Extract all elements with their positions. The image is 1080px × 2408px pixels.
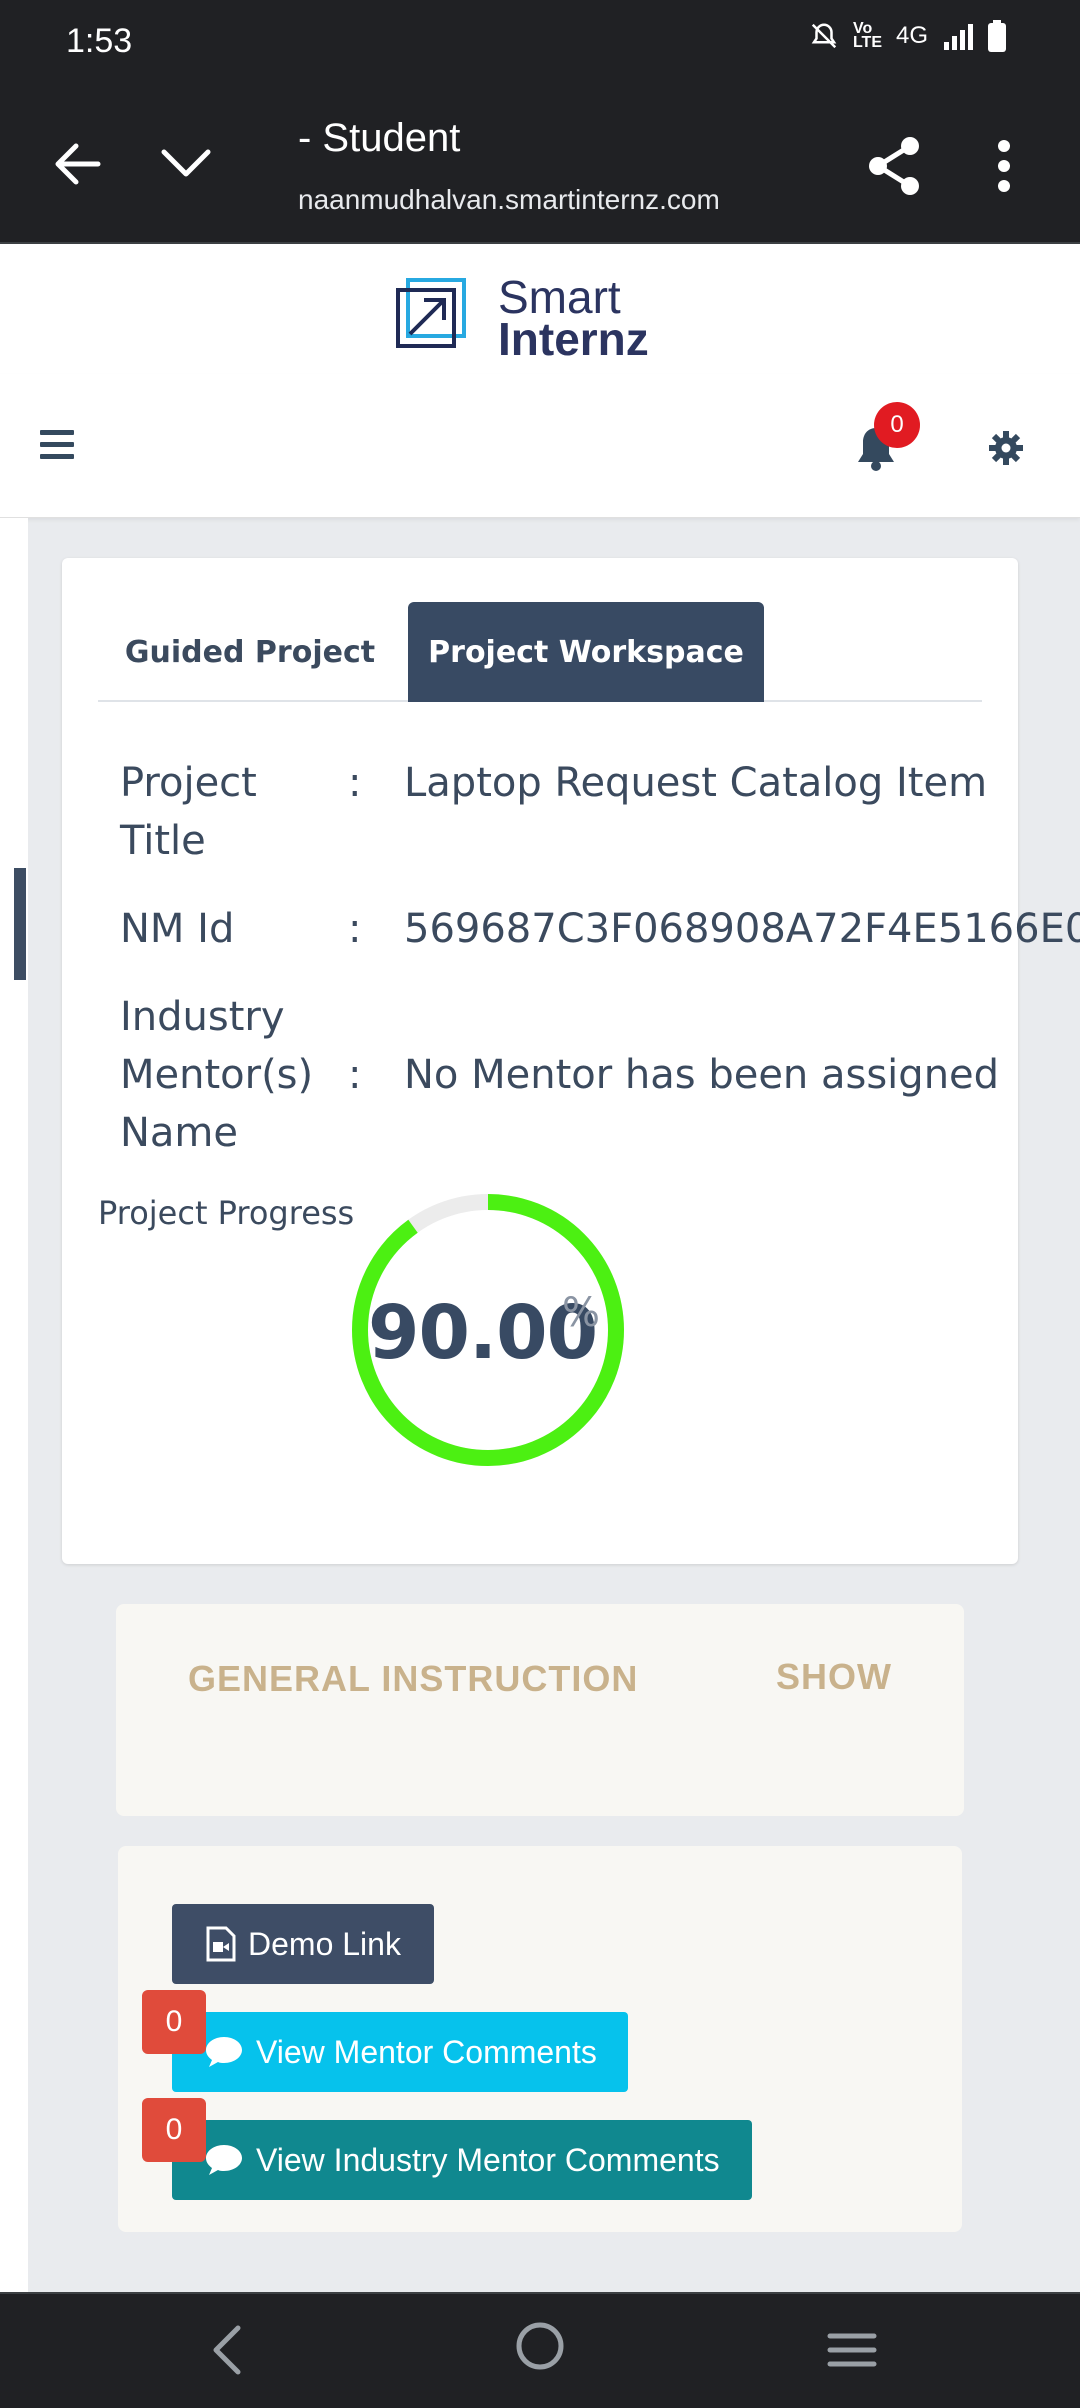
mentor-comments-count-badge: 0 bbox=[142, 1990, 206, 2054]
progress-unit: % bbox=[562, 1290, 601, 1336]
status-time: 1:53 bbox=[66, 22, 133, 60]
tab-guided-project[interactable]: Guided Project bbox=[98, 602, 402, 702]
logo-mark-icon bbox=[396, 278, 466, 348]
share-icon[interactable] bbox=[862, 134, 926, 198]
demo-link-label: Demo Link bbox=[248, 1925, 401, 1962]
system-nav-bar bbox=[0, 2292, 1080, 2408]
mentor-label-line3: Name bbox=[120, 1110, 239, 1156]
mentor-value: No Mentor has been assigned bbox=[404, 1052, 1000, 1098]
mentor-label-line2: Mentor(s) bbox=[120, 1052, 314, 1098]
notification-count-badge: 0 bbox=[874, 402, 920, 448]
project-title-row: Project Title : Laptop Request Catalog I… bbox=[120, 754, 1020, 874]
system-back-icon[interactable] bbox=[208, 2324, 248, 2380]
project-title-value: Laptop Request Catalog Item bbox=[404, 760, 988, 806]
video-file-icon bbox=[206, 1926, 236, 1962]
tab-project-workspace[interactable]: Project Workspace bbox=[408, 602, 764, 702]
page-title: - Student bbox=[298, 116, 461, 160]
mute-icon bbox=[809, 21, 839, 51]
comment-icon bbox=[206, 2145, 242, 2175]
sidebar-handle[interactable] bbox=[14, 868, 26, 980]
show-instruction-toggle[interactable]: SHOW bbox=[776, 1656, 892, 1698]
project-card: Guided Project Project Workspace Project… bbox=[62, 558, 1080, 1564]
project-title-label-line2: Title bbox=[120, 818, 206, 864]
back-arrow-icon[interactable] bbox=[48, 134, 108, 194]
system-home-icon[interactable] bbox=[514, 2320, 566, 2376]
signal-icon bbox=[942, 22, 974, 50]
comment-icon bbox=[206, 2037, 242, 2067]
mentor-label: Industry Mentor(s) Name bbox=[120, 988, 340, 1162]
separator: : bbox=[348, 760, 362, 806]
network-type: 4G bbox=[895, 22, 928, 49]
view-industry-mentor-comments-label: View Industry Mentor Comments bbox=[256, 2141, 720, 2178]
chevron-down-icon[interactable] bbox=[156, 134, 216, 194]
battery-icon bbox=[988, 20, 1006, 52]
left-rail bbox=[0, 518, 28, 2292]
site-logo[interactable]: Smart Internz bbox=[394, 274, 694, 362]
progress-label: Project Progress bbox=[98, 1194, 355, 1232]
actions-panel: Demo Link View Mentor Comments View Indu… bbox=[118, 1846, 962, 2232]
menu-icon[interactable] bbox=[40, 430, 74, 460]
view-industry-mentor-comments-button[interactable]: View Industry Mentor Comments bbox=[172, 2120, 752, 2200]
general-instruction-title: GENERAL INSTRUCTION bbox=[188, 1658, 639, 1699]
view-mentor-comments-label: View Mentor Comments bbox=[256, 2033, 597, 2070]
view-mentor-comments-button[interactable]: View Mentor Comments bbox=[172, 2012, 628, 2092]
site-header: Smart Internz bbox=[0, 244, 1080, 374]
gear-icon[interactable] bbox=[988, 430, 1024, 470]
more-options-icon[interactable] bbox=[984, 134, 1024, 198]
logo-internz: Internz bbox=[498, 313, 649, 365]
project-title-label-line1: Project bbox=[120, 760, 257, 806]
browser-toolbar: - Student naanmudhalvan.smartinternz.com bbox=[0, 88, 1080, 244]
top-nav: 0 bbox=[0, 374, 1080, 518]
mentor-row: Industry Mentor(s) Name : No Mentor has … bbox=[120, 988, 1020, 1168]
nm-id-row: NM Id : 569687C3F068908A72F4E5166E09E bbox=[120, 900, 1080, 960]
url-display[interactable]: naanmudhalvan.smartinternz.com bbox=[298, 184, 738, 216]
industry-comments-count-badge: 0 bbox=[142, 2098, 206, 2162]
project-title-label: Project Title bbox=[120, 754, 340, 870]
nm-id-value: 569687C3F068908A72F4E5166E09E bbox=[404, 906, 1080, 952]
status-icons: Vo LTE 4G bbox=[809, 20, 1006, 52]
separator: : bbox=[348, 1052, 362, 1098]
general-instruction-panel: GENERAL INSTRUCTION SHOW bbox=[116, 1604, 964, 1816]
volte-icon: Vo LTE bbox=[852, 20, 882, 51]
status-bar: 1:53 Vo LTE 4G bbox=[0, 0, 1080, 88]
nm-id-label: NM Id bbox=[120, 906, 235, 952]
project-tabs: Guided Project Project Workspace bbox=[98, 602, 982, 702]
mentor-label-line1: Industry bbox=[120, 994, 285, 1040]
separator: : bbox=[348, 906, 362, 952]
demo-link-button[interactable]: Demo Link bbox=[172, 1904, 434, 1984]
system-recents-icon[interactable] bbox=[826, 2330, 878, 2374]
logo-text: Smart Internz bbox=[498, 274, 649, 362]
